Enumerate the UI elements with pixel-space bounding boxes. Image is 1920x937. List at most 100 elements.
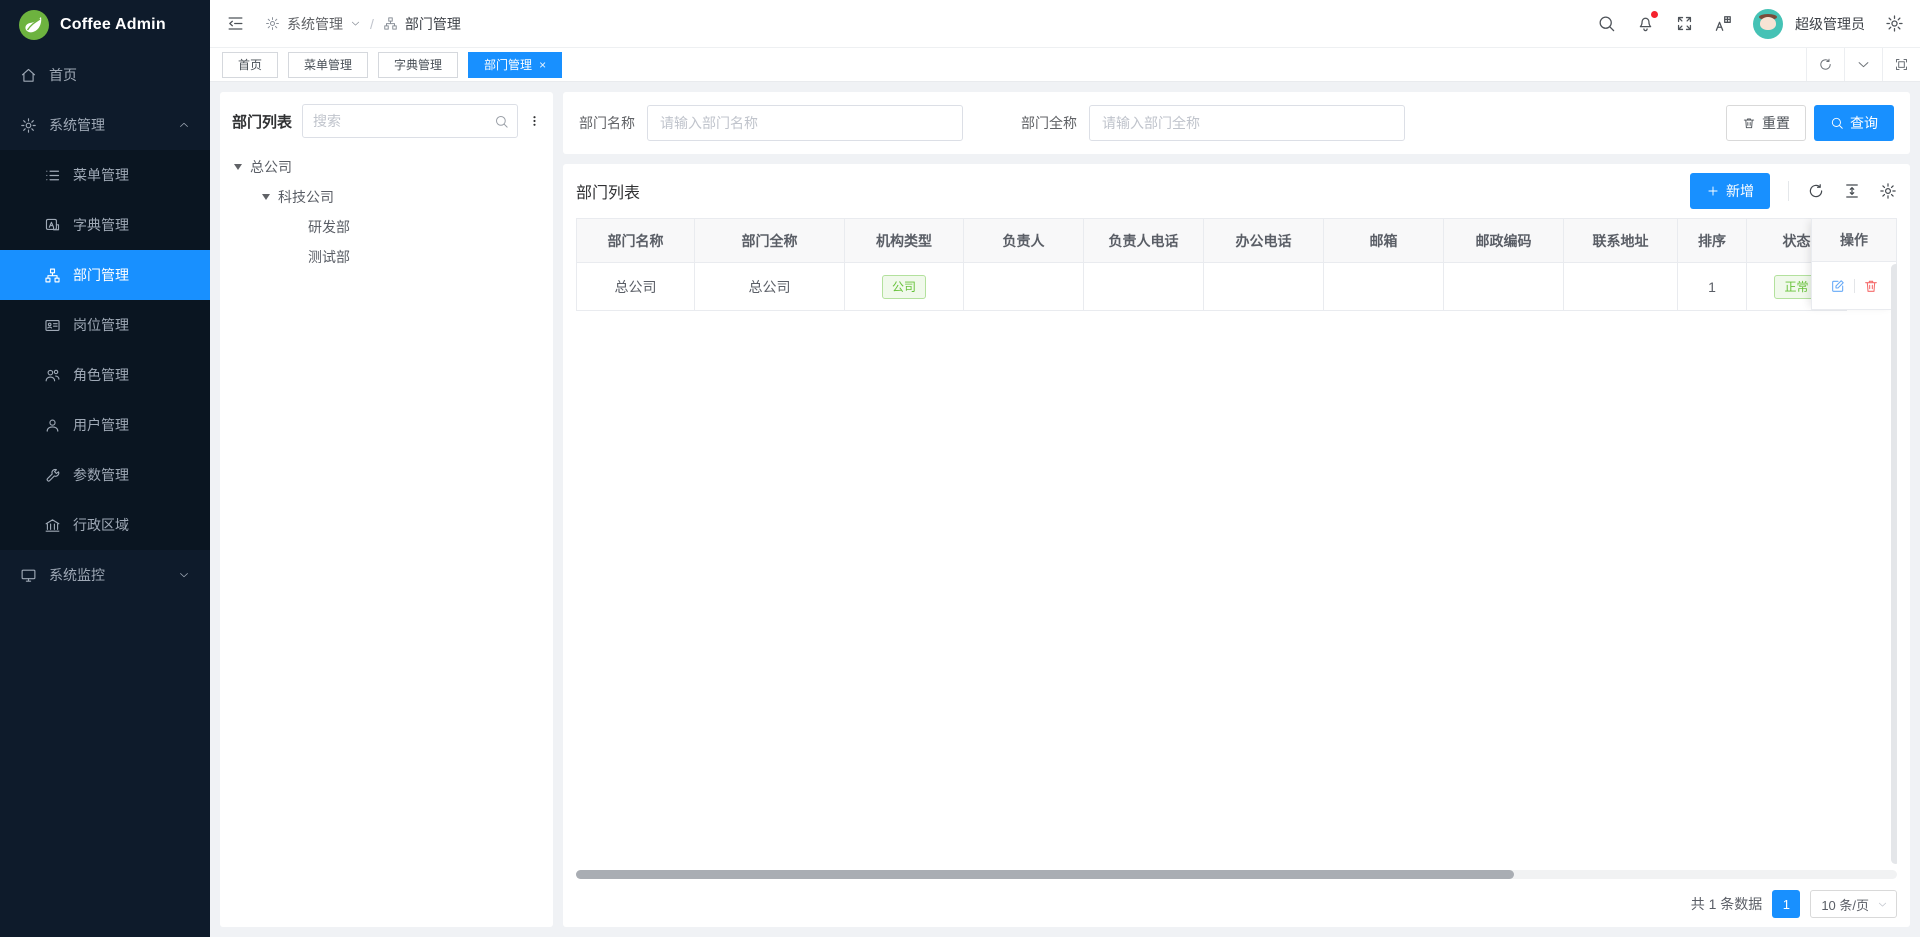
user-icon <box>44 417 61 434</box>
cell-office-phone <box>1204 263 1324 311</box>
tree-panel-title: 部门列表 <box>232 111 292 132</box>
app-root: Coffee Admin 首页 系统管理 菜单管理 字典管理 <box>0 0 1920 937</box>
ops-header: 操作 <box>1811 218 1897 262</box>
table-scroller[interactable]: 部门名称 部门全称 机构类型 负责人 负责人电话 办公电话 邮箱 邮政编码 联系 <box>576 218 1897 311</box>
maximize-icon[interactable] <box>1882 48 1920 81</box>
breadcrumb-parent[interactable]: 系统管理 <box>287 14 343 34</box>
notifications-button[interactable] <box>1636 14 1655 33</box>
add-button[interactable]: 新增 <box>1690 173 1770 209</box>
caret-down-icon[interactable] <box>234 164 242 170</box>
main-area: 系统管理 / 部门管理 超级管理员 首页 <box>210 0 1920 937</box>
menu-list-icon <box>44 167 61 184</box>
column-settings-gear-icon[interactable] <box>1879 182 1897 200</box>
table-zone: 部门名称 部门全称 机构类型 负责人 负责人电话 办公电话 邮箱 邮政编码 联系 <box>576 218 1897 866</box>
close-icon[interactable]: × <box>539 59 546 71</box>
app-title: Coffee Admin <box>60 16 166 34</box>
cell-dept-fullname: 总公司 <box>695 263 845 311</box>
username[interactable]: 超级管理员 <box>1795 14 1865 34</box>
sidebar-item-menu-mgmt[interactable]: 菜单管理 <box>0 150 210 200</box>
tree-node-root[interactable]: 总公司 <box>232 152 541 182</box>
dept-name-input[interactable] <box>647 105 963 141</box>
tabbar: 首页 菜单管理 字典管理 部门管理 × <box>210 48 1920 82</box>
horizontal-scrollbar[interactable] <box>576 870 1897 879</box>
tab-menu-mgmt[interactable]: 菜单管理 <box>288 52 368 78</box>
open-tabs: 首页 菜单管理 字典管理 部门管理 × <box>222 52 1806 78</box>
sidebar: Coffee Admin 首页 系统管理 菜单管理 字典管理 <box>0 0 210 937</box>
sidebar-submenu-system: 菜单管理 字典管理 部门管理 岗位管理 角色管理 <box>0 150 210 550</box>
dept-fullname-input[interactable] <box>1089 105 1405 141</box>
topbar-actions: 超级管理员 <box>1597 9 1904 39</box>
sidebar-item-role-mgmt[interactable]: 角色管理 <box>0 350 210 400</box>
sidebar-item-dept-mgmt[interactable]: 部门管理 <box>0 250 210 300</box>
tree-search-input[interactable] <box>313 113 494 129</box>
tab-home[interactable]: 首页 <box>222 52 278 78</box>
tab-dict-mgmt[interactable]: 字典管理 <box>378 52 458 78</box>
wrench-icon <box>44 467 61 484</box>
refresh-icon[interactable] <box>1806 48 1844 81</box>
dept-name-label: 部门名称 <box>579 113 635 133</box>
reset-button[interactable]: 重置 <box>1726 105 1806 141</box>
chevron-down-icon[interactable] <box>1844 48 1882 81</box>
breadcrumb-current: 部门管理 <box>405 14 461 34</box>
scrollbar-thumb[interactable] <box>576 870 1514 879</box>
cell-leader-phone <box>1084 263 1204 311</box>
row-height-icon[interactable] <box>1843 182 1861 200</box>
sidebar-item-user-mgmt[interactable]: 用户管理 <box>0 400 210 450</box>
chevron-down-icon <box>350 18 361 29</box>
pagination: 共 1 条数据 1 10 条/页 <box>576 881 1897 927</box>
chevron-down-icon <box>1877 899 1888 910</box>
app-logo: Coffee Admin <box>0 0 210 50</box>
sidebar-item-home[interactable]: 首页 <box>0 50 210 100</box>
cell-address <box>1564 263 1678 311</box>
dictionary-icon <box>44 217 61 234</box>
refresh-icon[interactable] <box>1807 182 1825 200</box>
edit-icon[interactable] <box>1830 278 1846 294</box>
cell-dept-name: 总公司 <box>577 263 695 311</box>
chevron-down-icon <box>178 569 190 581</box>
table-toolbar: 新增 <box>1690 173 1897 209</box>
right-column: 部门名称 部门全称 重置 查询 <box>563 92 1910 927</box>
page-1-button[interactable]: 1 <box>1772 890 1800 918</box>
sidebar-item-post-mgmt[interactable]: 岗位管理 <box>0 300 210 350</box>
tree-node-tech[interactable]: 科技公司 <box>232 182 541 212</box>
org-chart-icon <box>44 267 61 284</box>
gear-icon <box>20 117 37 134</box>
table-card-title: 部门列表 <box>576 179 640 203</box>
sidebar-item-param-mgmt[interactable]: 参数管理 <box>0 450 210 500</box>
search-button[interactable]: 查询 <box>1814 105 1894 141</box>
tabbar-tools <box>1806 48 1920 81</box>
settings-gear-icon[interactable] <box>1885 14 1904 33</box>
fullscreen-icon[interactable] <box>1675 14 1694 33</box>
sidebar-collapse-icon[interactable] <box>226 14 245 33</box>
table-row[interactable]: 总公司 总公司 公司 1 <box>577 263 1847 311</box>
tree-node-rd[interactable]: 研发部 <box>232 212 541 242</box>
tree-search-box <box>302 104 518 138</box>
roles-icon <box>44 367 61 384</box>
cell-org-type: 公司 <box>845 263 964 311</box>
chevron-up-icon <box>178 119 190 131</box>
cell-sort: 1 <box>1678 263 1747 311</box>
caret-down-icon[interactable] <box>262 194 270 200</box>
search-icon[interactable] <box>1597 14 1616 33</box>
search-icon[interactable] <box>494 114 509 129</box>
plus-icon <box>1706 184 1720 198</box>
sidebar-item-region[interactable]: 行政区域 <box>0 500 210 550</box>
dept-table-card: 部门列表 新增 <box>563 164 1910 927</box>
tab-dept-mgmt[interactable]: 部门管理 × <box>468 52 562 78</box>
topbar: 系统管理 / 部门管理 超级管理员 <box>210 0 1920 48</box>
sidebar-item-system[interactable]: 系统管理 <box>0 100 210 150</box>
delete-trash-icon[interactable] <box>1863 278 1879 294</box>
vertical-scrollbar[interactable] <box>1891 264 1897 864</box>
page-size-select[interactable]: 10 条/页 <box>1810 890 1897 918</box>
avatar[interactable] <box>1753 9 1783 39</box>
more-options-icon[interactable] <box>528 112 541 130</box>
home-icon <box>20 67 37 84</box>
sidebar-item-monitor[interactable]: 系统监控 <box>0 550 210 600</box>
query-actions: 重置 查询 <box>1726 105 1894 141</box>
leaf-logo-icon <box>18 9 50 41</box>
sidebar-item-dict-mgmt[interactable]: 字典管理 <box>0 200 210 250</box>
dept-fullname-label: 部门全称 <box>1021 113 1077 133</box>
org-chart-icon <box>383 16 398 31</box>
translate-icon[interactable] <box>1714 14 1733 33</box>
tree-node-test[interactable]: 测试部 <box>232 242 541 272</box>
